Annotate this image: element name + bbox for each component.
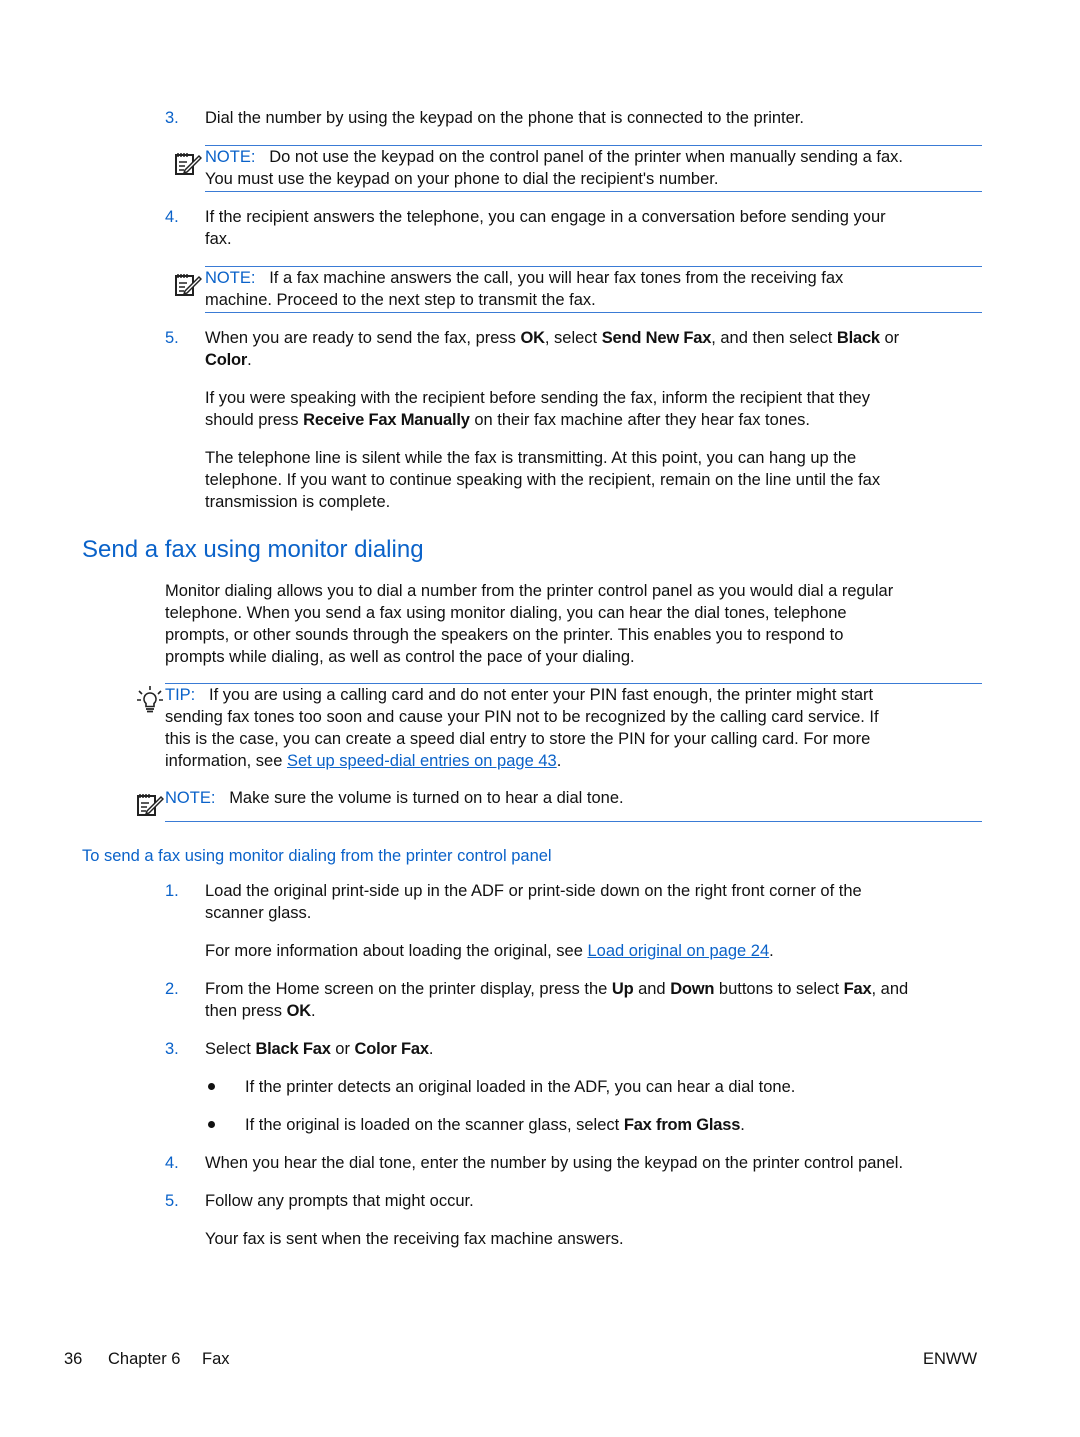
tip-line-2: sending fax tones too soon and cause you…: [165, 708, 879, 726]
note-1-line-2: You must use the keypad on your phone to…: [205, 170, 719, 188]
note-bottom-rule: [205, 191, 982, 192]
tip-line-3: this is the case, you can create a speed…: [165, 730, 871, 748]
ui-term: OK: [520, 329, 546, 347]
tip-line-4: information, see Set up speed-dial entri…: [165, 752, 562, 770]
footer-locale: ENWW: [923, 1350, 978, 1368]
lightbulb-icon: [137, 686, 163, 713]
footer-chapter: Chapter 6: [108, 1350, 181, 1368]
tip-label: TIP:: [165, 686, 196, 704]
note-text: If a fax machine answers the call, you w…: [269, 269, 844, 287]
note-bottom-rule: [165, 821, 982, 822]
ui-term: Up: [611, 980, 634, 998]
intro-line: prompts, or other sounds through the spe…: [165, 626, 844, 644]
step-text: scanner glass.: [205, 904, 312, 922]
ui-term: OK: [286, 1002, 312, 1020]
intro-line: telephone. When you send a fax using mon…: [165, 604, 847, 622]
step-5-line-1: When you are ready to send the fax, pres…: [205, 329, 900, 347]
note-pencil-icon: [137, 794, 164, 816]
ui-term: Black: [836, 329, 880, 347]
paragraph-line: If you were speaking with the recipient …: [205, 389, 870, 407]
bullet: [208, 1121, 215, 1128]
note-pencil-icon: [175, 153, 202, 175]
note-3-line: NOTE: Make sure the volume is turned on …: [165, 789, 624, 807]
bullet-text: If the original is loaded on the scanner…: [245, 1116, 745, 1134]
step-number: 4.: [165, 208, 179, 226]
ui-term: Send New Fax: [601, 329, 712, 347]
step-text: Select Black Fax or Color Fax.: [205, 1040, 434, 1058]
bullet: [208, 1083, 215, 1090]
note-2-line-2: machine. Proceed to the next step to tra…: [205, 291, 596, 309]
paragraph-line: The telephone line is silent while the f…: [205, 449, 857, 467]
step-text: From the Home screen on the printer disp…: [205, 980, 909, 998]
step-text: When you hear the dial tone, enter the n…: [205, 1154, 904, 1172]
step-5-line-2: Color.: [205, 351, 252, 369]
step-number: 3.: [165, 1040, 179, 1058]
ui-term: Down: [670, 980, 715, 998]
paragraph-line: should press Receive Fax Manually on the…: [205, 411, 811, 429]
note-label: NOTE:: [205, 148, 256, 166]
note-2-line-1: NOTE: If a fax machine answers the call,…: [205, 267, 843, 289]
note-label: NOTE:: [165, 789, 216, 807]
procedure-heading: To send a fax using monitor dialing from…: [82, 847, 552, 865]
step-text: Follow any prompts that might occur.: [205, 1192, 474, 1210]
paragraph-line: transmission is complete.: [205, 493, 391, 511]
intro-line: prompts while dialing, as well as contro…: [165, 648, 635, 666]
note-label: NOTE:: [205, 269, 256, 287]
step-number: 1.: [165, 882, 179, 900]
tip-line-1: TIP: If you are using a calling card and…: [165, 686, 874, 704]
step-more-info: Your fax is sent when the receiving fax …: [205, 1230, 624, 1248]
paragraph-line: telephone. If you want to continue speak…: [205, 471, 881, 489]
step-number: 3.: [165, 109, 179, 127]
note-1-line-1: NOTE: Do not use the keypad on the contr…: [205, 146, 903, 168]
load-original-link[interactable]: Load original on page 24: [587, 942, 769, 960]
step-number: 4.: [165, 1154, 179, 1172]
step-text: Dial the number by using the keypad on t…: [205, 109, 804, 127]
section-heading: Send a fax using monitor dialing: [82, 536, 424, 563]
ui-term: Receive Fax Manually: [303, 411, 470, 429]
note-bottom-rule: [205, 312, 982, 313]
ui-term: Color Fax: [354, 1040, 429, 1058]
bullet-text: If the printer detects an original loade…: [245, 1078, 796, 1096]
ui-term: Black Fax: [255, 1040, 331, 1058]
ui-term: Color: [205, 351, 248, 369]
intro-line: Monitor dialing allows you to dial a num…: [165, 582, 894, 600]
step-text: If the recipient answers the telephone, …: [205, 208, 886, 226]
ui-term: Fax from Glass: [623, 1116, 741, 1134]
step-number: 5.: [165, 329, 179, 347]
step-number: 2.: [165, 980, 179, 998]
step-text: Load the original print-side up in the A…: [205, 882, 862, 900]
step-more-info: For more information about loading the o…: [205, 942, 774, 960]
step-text: then press OK.: [205, 1002, 316, 1020]
step-number: 5.: [165, 1192, 179, 1210]
ui-term: Fax: [843, 980, 872, 998]
note-text: Do not use the keypad on the control pan…: [269, 148, 904, 166]
footer-section: Fax: [202, 1350, 230, 1368]
page-number: 36: [64, 1350, 83, 1368]
speed-dial-link[interactable]: Set up speed-dial entries on page 43: [287, 752, 557, 770]
note-pencil-icon: [175, 274, 202, 296]
step-text: fax.: [205, 230, 232, 248]
